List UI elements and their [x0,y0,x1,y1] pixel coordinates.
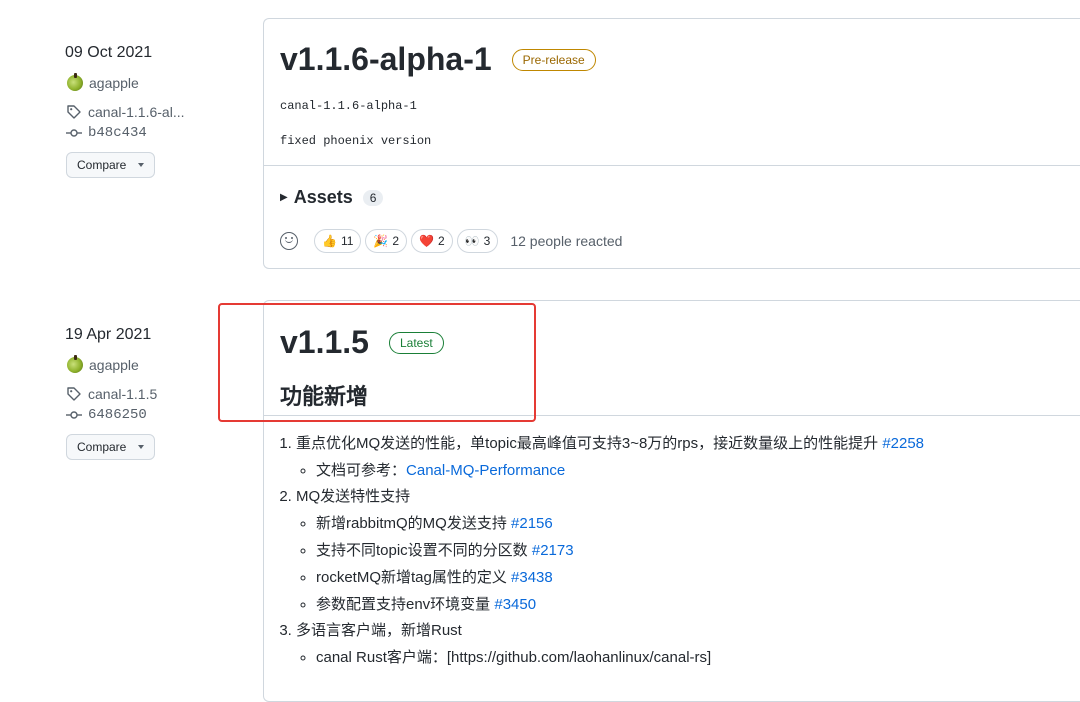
release-title[interactable]: v1.1.6-alpha-1 [280,41,492,78]
list-item-text: 多语言客户端，新增Rust [296,622,462,639]
tag-name[interactable]: canal-1.1.5 [88,386,157,402]
list-item: 重点优化MQ发送的性能，单topic最高峰值可支持3~8万的rps，接近数量级上… [296,431,1064,484]
reaction-list: 👍 11 🎉 2 ❤️ 2 👀 3 [314,229,499,253]
sub-list-item: 支持不同topic设置不同的分区数 #2173 [316,537,1064,564]
eyes-icon: 👀 [464,234,480,248]
release-author[interactable]: agapple [67,355,139,373]
compare-button[interactable]: Compare [66,152,156,178]
release-tag[interactable]: canal-1.1.6-al... [66,104,185,120]
release-card: v1.1.6-alpha-1 Pre-release canal-1.1.6-a… [263,18,1080,269]
issue-link[interactable]: #3450 [494,596,536,613]
reaction-count: 2 [392,234,400,248]
tag-name[interactable]: canal-1.1.6-al... [88,104,185,120]
sub-item-text: 参数配置支持env环境变量 [316,596,495,613]
highlight-box [218,303,536,422]
sub-item-text: 文档可参考： [316,462,407,479]
divider [264,165,1080,166]
reaction-button[interactable]: 👍 11 [314,229,362,253]
reaction-count: 11 [340,234,354,248]
assets-count: 6 [362,189,384,206]
release-tag[interactable]: canal-1.1.5 [66,386,157,402]
author-name[interactable]: agapple [89,357,139,373]
release-date: 19 Apr 2021 [65,326,152,343]
tag-icon [67,105,81,119]
release-date: 09 Oct 2021 [65,44,153,61]
reactions-bar: 👍 11 🎉 2 ❤️ 2 👀 3 12 people reacted [280,229,622,253]
issue-link[interactable]: Canal-MQ-Performance [406,462,565,479]
reacted-summary: 12 people reacted [510,233,623,249]
sub-item-text: rocketMQ新增tag属性的定义 [316,569,512,586]
author-name[interactable]: agapple [89,75,139,91]
commit-icon [66,129,82,137]
avatar[interactable] [67,355,83,373]
sub-item-text: 支持不同topic设置不同的分区数 [316,542,532,559]
list-item: 多语言客户端，新增Rust canal Rust客户端：[https://gith… [296,618,1064,671]
release-author[interactable]: agapple [67,73,139,91]
reaction-button[interactable]: 🎉 2 [365,229,408,253]
assets-toggle[interactable]: ▶ Assets 6 [280,187,384,208]
assets-label: Assets [293,187,353,207]
release-commit[interactable]: 6486250 [66,407,147,423]
release-notes: 重点优化MQ发送的性能，单topic最高峰值可支持3~8万的rps，接近数量级上… [264,431,1064,671]
thumbs-up-icon: 👍 [322,234,337,248]
sub-list-item: 新增rabbitmQ的MQ发送支持 #2156 [316,510,1064,537]
tag-icon [67,387,81,401]
reaction-count: 2 [438,234,445,248]
issue-link[interactable]: #3438 [511,569,553,586]
list-item: MQ发送特性支持新增rabbitmQ的MQ发送支持 #2156支持不同topic… [296,484,1064,618]
issue-link[interactable]: #2258 [882,435,924,452]
sub-item-text: 新增rabbitmQ的MQ发送支持 [316,515,512,532]
commit-icon [66,411,82,419]
add-reaction-icon[interactable] [280,232,298,250]
list-item-text: 重点优化MQ发送的性能，单topic最高峰值可支持3~8万的rps，接近数量级上… [296,435,883,452]
sub-list: 新增rabbitmQ的MQ发送支持 #2156支持不同topic设置不同的分区数… [296,510,1064,618]
reaction-count: 3 [483,234,491,248]
avatar[interactable] [67,73,83,91]
prerelease-badge: Pre-release [511,48,596,71]
issue-link[interactable]: #2173 [532,542,574,559]
release-note-line: fixed phoenix version [280,134,432,148]
party-icon: 🎉 [373,234,389,248]
compare-label: Compare [77,158,127,172]
sub-list-item: canal Rust客户端：[https://github.com/laohan… [316,644,1064,671]
triangle-right-icon: ▶ [280,192,288,203]
chevron-down-icon [138,163,145,167]
sub-list: canal Rust客户端：[https://github.com/laohan… [296,644,1064,671]
sub-list-item: 参数配置支持env环境变量 #3450 [316,591,1064,618]
list-item-text: MQ发送特性支持 [296,488,411,505]
compare-label: Compare [77,440,127,454]
commit-sha[interactable]: b48c434 [88,125,147,141]
heart-icon: ❤️ [419,234,435,248]
compare-button[interactable]: Compare [66,434,156,460]
chevron-down-icon [138,445,145,449]
release-commit[interactable]: b48c434 [66,125,147,141]
issue-link[interactable]: #2156 [511,515,553,532]
sub-list-item: 文档可参考：Canal-MQ-Performance [316,457,1064,484]
reaction-button[interactable]: 👀 3 [456,229,499,253]
release-note-line: canal-1.1.6-alpha-1 [280,99,417,113]
sub-list-item: rocketMQ新增tag属性的定义 #3438 [316,564,1064,591]
feature-list: 重点优化MQ发送的性能，单topic最高峰值可支持3~8万的rps，接近数量级上… [264,431,1064,671]
commit-sha[interactable]: 6486250 [88,407,147,423]
sub-list: 文档可参考：Canal-MQ-Performance [296,457,1064,484]
sub-item-text: canal Rust客户端：[https://github.com/laohan… [316,649,712,666]
reaction-button[interactable]: ❤️ 2 [411,229,453,253]
